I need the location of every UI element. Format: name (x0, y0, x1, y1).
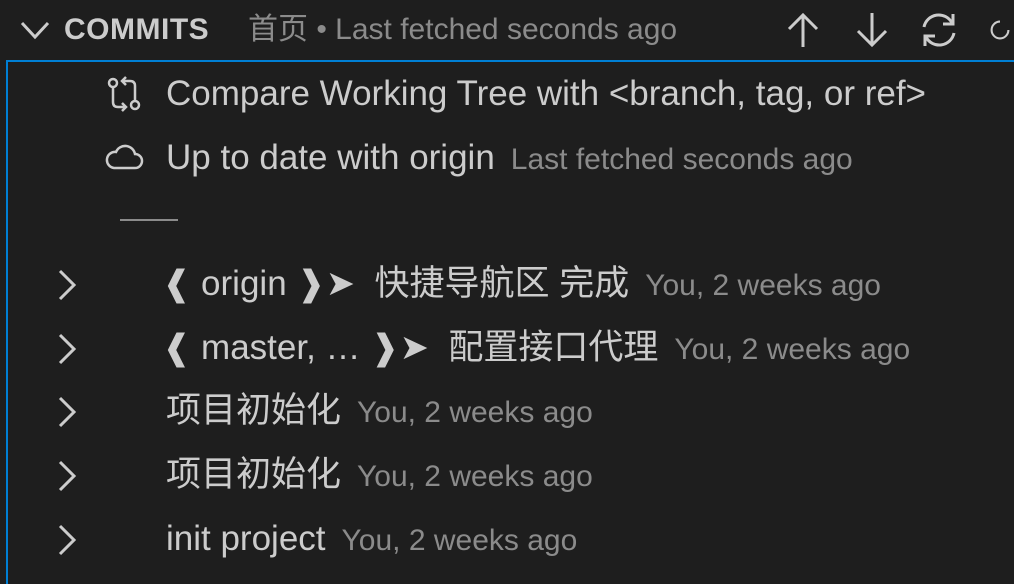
arrow-down-icon (856, 13, 888, 48)
arrow-up-icon (787, 12, 819, 47)
chevron-right-icon[interactable] (52, 268, 80, 302)
sync-icon (922, 13, 956, 47)
commit-message: init project (166, 519, 326, 558)
status-description: Last fetched seconds ago (510, 143, 853, 176)
push-button[interactable] (781, 8, 825, 52)
chevron-right-icon[interactable] (52, 395, 80, 429)
commits-view-header[interactable]: COMMITS 首页 • Last fetched seconds ago (0, 0, 1014, 60)
commit-description: You, 2 weeks ago (674, 333, 911, 366)
commit-refs: ❰ origin ❱➤ (162, 264, 356, 303)
commit-description: You, 2 weeks ago (357, 460, 593, 493)
branch-status-item[interactable]: Up to date with origin Last fetched secon… (8, 126, 1014, 190)
refresh-icon (990, 20, 1010, 40)
chevron-down-icon[interactable] (18, 14, 52, 46)
status-label: Up to date with origin (166, 138, 495, 177)
commit-refs: ❰ master, … ❱➤ (162, 328, 429, 367)
separator (120, 219, 178, 221)
commit-item[interactable]: init project You, 2 weeks ago (8, 507, 1014, 571)
commit-message: 项目初始化 (166, 455, 342, 494)
commit-description: You, 2 weeks ago (645, 269, 881, 302)
commit-item[interactable]: ❰ origin ❱➤ 快捷导航区 完成 You, 2 weeks ago (8, 252, 1014, 316)
commit-message: 配置接口代理 (448, 328, 659, 367)
pull-button[interactable] (850, 8, 894, 52)
chevron-right-icon[interactable] (52, 523, 80, 557)
commit-message: 快捷导航区 完成 (374, 264, 630, 303)
compare-label: Compare Working Tree with <branch, tag, … (166, 74, 926, 113)
commit-description: You, 2 weeks ago (357, 396, 593, 429)
refresh-button[interactable] (986, 8, 1014, 52)
cloud-icon (105, 144, 144, 170)
chevron-right-icon[interactable] (52, 332, 80, 366)
view-title: COMMITS (64, 13, 210, 46)
view-description: 首页 • Last fetched seconds ago (248, 13, 678, 46)
commits-tree[interactable]: Compare Working Tree with <branch, tag, … (6, 60, 1014, 584)
commit-message: 项目初始化 (166, 391, 342, 430)
compare-working-tree-item[interactable]: Compare Working Tree with <branch, tag, … (8, 62, 1014, 126)
commit-item[interactable]: ❰ master, … ❱➤ 配置接口代理 You, 2 weeks ago (8, 316, 1014, 380)
commit-item[interactable]: 项目初始化 You, 2 weeks ago (8, 443, 1014, 507)
sync-button[interactable] (917, 8, 961, 52)
compare-changes-icon (107, 76, 141, 112)
commit-item[interactable]: 项目初始化 You, 2 weeks ago (8, 379, 1014, 443)
commit-description: You, 2 weeks ago (341, 524, 578, 557)
chevron-right-icon[interactable] (52, 459, 80, 493)
